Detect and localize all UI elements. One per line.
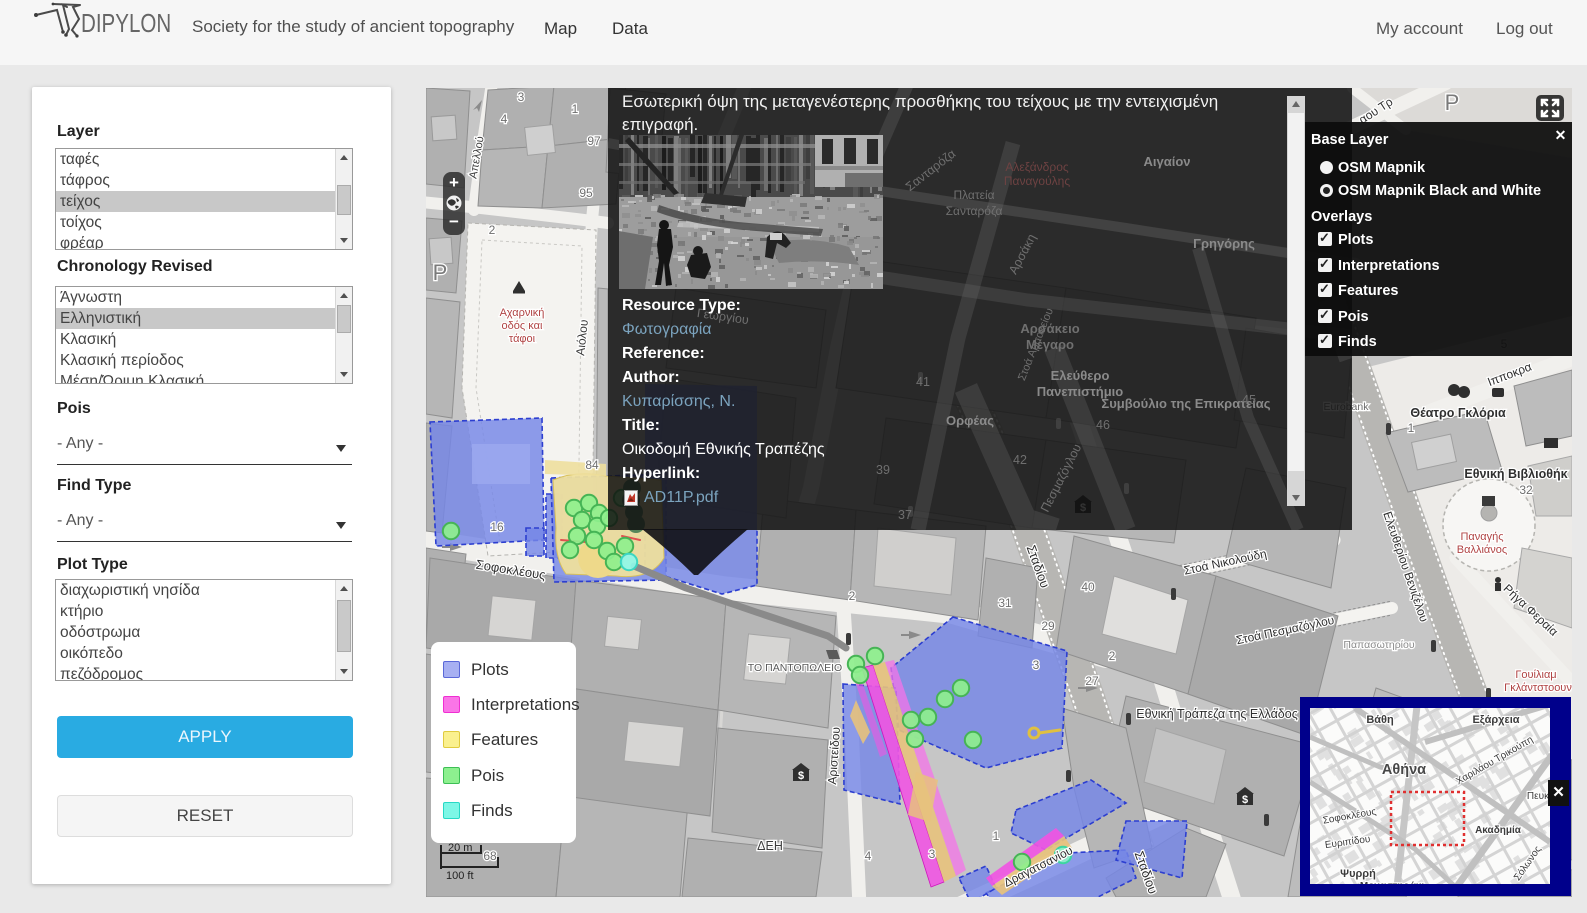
svg-text:Εθνική Τράπεζα της Ελλάδος: Εθνική Τράπεζα της Ελλάδος <box>1136 707 1298 721</box>
svg-text:100 ft: 100 ft <box>446 870 474 882</box>
svg-text:Παπασωτηρίου: Παπασωτηρίου <box>1343 639 1414 651</box>
svg-text:Εθνική Βιβλιοθήκ: Εθνική Βιβλιοθήκ <box>1464 467 1567 481</box>
svg-text:Γκλάντστοουν: Γκλάντστοουν <box>1504 682 1572 694</box>
svg-text:27: 27 <box>1085 674 1099 688</box>
svg-text:1: 1 <box>1408 421 1415 435</box>
svg-text:4: 4 <box>865 849 872 863</box>
svg-text:3: 3 <box>929 847 936 861</box>
svg-text:$: $ <box>1242 794 1248 806</box>
svg-text:ΔΕΗ: ΔΕΗ <box>757 839 783 853</box>
svg-text:P: P <box>1445 90 1460 115</box>
svg-text:32: 32 <box>1519 483 1533 497</box>
svg-text:τάφοι: τάφοι <box>509 333 536 345</box>
svg-text:2: 2 <box>849 589 856 603</box>
svg-text:Εξάρχεια: Εξάρχεια <box>1472 714 1519 726</box>
svg-text:97: 97 <box>587 134 601 148</box>
svg-text:3: 3 <box>1033 658 1040 672</box>
svg-text:Βάθη: Βάθη <box>1366 714 1394 726</box>
svg-text:Πευκ: Πευκ <box>1527 791 1550 802</box>
svg-text:29: 29 <box>1041 619 1055 633</box>
svg-text:3: 3 <box>518 90 525 104</box>
svg-text:20 m: 20 m <box>448 843 472 854</box>
svg-text:95: 95 <box>579 186 593 200</box>
svg-text:Θέατρο Γκλόρια: Θέατρο Γκλόρια <box>1410 406 1506 420</box>
svg-text:1: 1 <box>993 829 1000 843</box>
svg-text:4: 4 <box>501 112 508 126</box>
svg-text:Ψυρρή: Ψυρρή <box>1340 868 1376 880</box>
svg-text:16: 16 <box>490 520 504 534</box>
svg-text:1: 1 <box>572 102 579 116</box>
svg-text:Αθήνα: Αθήνα <box>1382 762 1426 778</box>
svg-text:84: 84 <box>585 458 599 472</box>
svg-text:2: 2 <box>489 223 496 237</box>
svg-text:$: $ <box>798 770 804 782</box>
svg-text:Παναγής: Παναγής <box>1460 531 1503 543</box>
svg-text:40: 40 <box>1081 580 1095 594</box>
svg-text:Ακαδημία: Ακαδημία <box>1475 825 1522 836</box>
svg-text:31: 31 <box>998 596 1012 610</box>
svg-text:Αχαρνική: Αχαρνική <box>500 307 545 319</box>
svg-text:Γουίλιαμ: Γουίλιαμ <box>1515 669 1556 681</box>
svg-text:2: 2 <box>1109 649 1116 663</box>
svg-text:P: P <box>433 260 448 285</box>
svg-text:ΤΟ ΠΑΝΤΟΠΩΛΕΙΟ: ΤΟ ΠΑΝΤΟΠΩΛΕΙΟ <box>748 662 842 674</box>
svg-text:οδός και: οδός και <box>502 320 543 332</box>
svg-text:Βαλλιάνος: Βαλλιάνος <box>1457 544 1507 556</box>
